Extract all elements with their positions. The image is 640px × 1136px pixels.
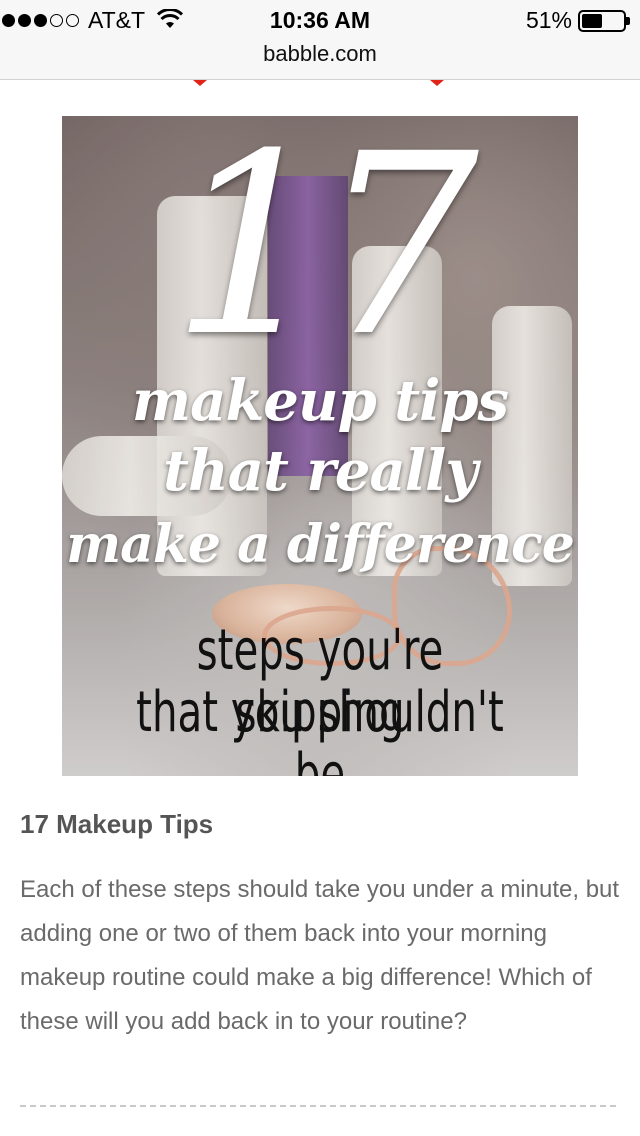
article-body: Each of these steps should take you unde…: [20, 876, 620, 1035]
battery-percent: 51%: [525, 7, 572, 33]
battery-icon: [578, 10, 630, 32]
red-marker-icon: [430, 80, 444, 86]
hero-number: 17: [170, 116, 479, 391]
battery-fill: [582, 14, 603, 28]
browser-chrome: AT&T 10:36 AM 51% babble.com: [0, 0, 640, 80]
red-marker-icon: [193, 80, 207, 86]
hero-image[interactable]: 17 makeup tips that really make a differ…: [62, 116, 578, 776]
address-bar[interactable]: babble.com: [0, 40, 640, 68]
article-title: 17 Makeup Tips: [20, 809, 214, 839]
hero-subheadline-line: that you shouldn't be: [136, 680, 504, 777]
hero-headline-line: make a difference: [66, 514, 575, 575]
battery-nub: [626, 17, 630, 25]
hero-headline-line: that really: [163, 438, 478, 504]
dashed-divider: [20, 1105, 616, 1107]
hero-headline-line: makeup tips: [131, 368, 509, 434]
status-bar: AT&T 10:36 AM 51%: [0, 0, 640, 40]
